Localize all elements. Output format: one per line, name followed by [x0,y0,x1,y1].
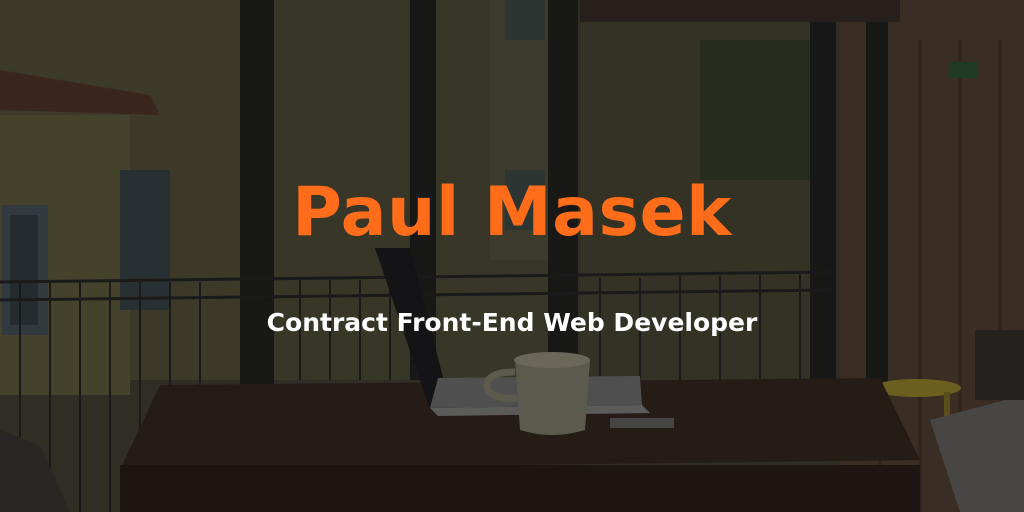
hero-banner: Paul Masek Contract Front-End Web Develo… [0,0,1024,512]
tagline: Contract Front-End Web Developer [266,308,758,337]
page-title: Paul Masek [292,173,732,252]
dark-overlay [0,0,1024,512]
